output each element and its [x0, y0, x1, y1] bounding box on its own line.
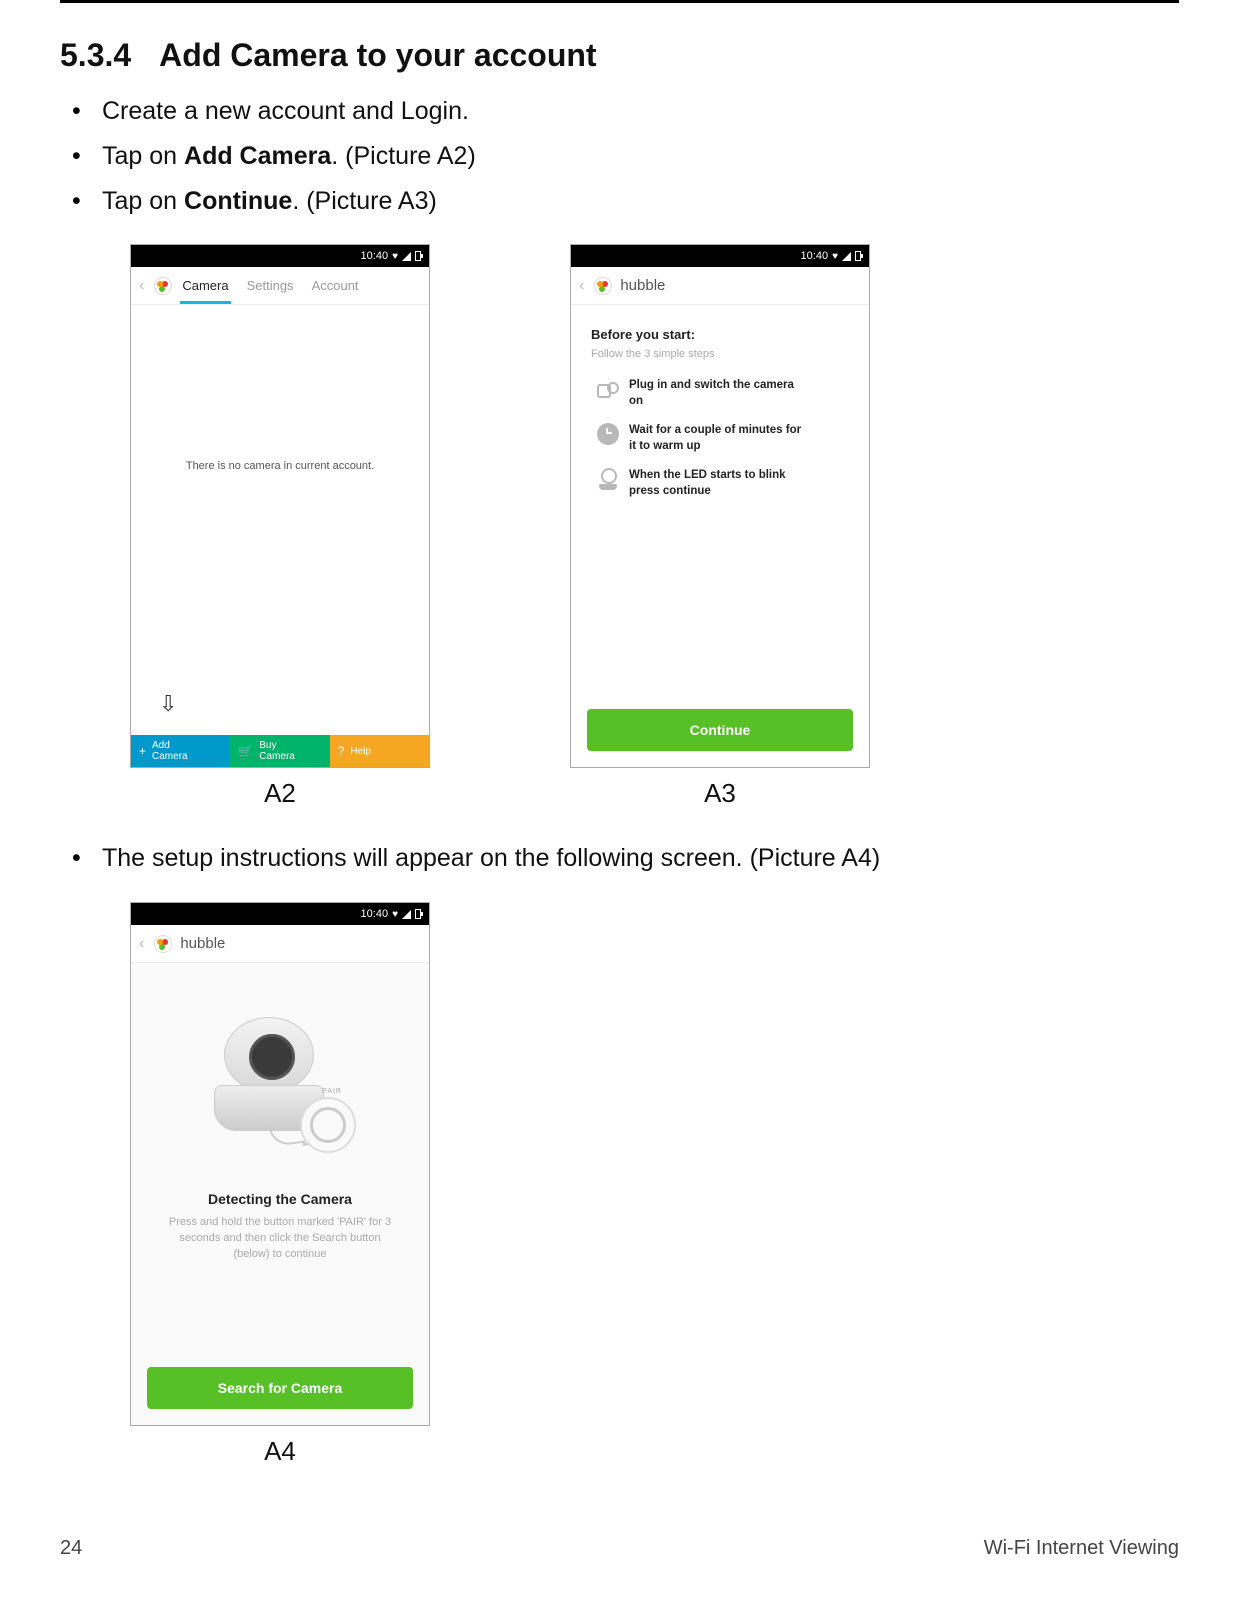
- app-bar: ‹ hubble: [131, 925, 429, 963]
- pair-label: PAIR: [322, 1088, 342, 1095]
- hubble-logo-icon: [154, 935, 172, 953]
- step-item: Wait for a couple of minutes for it to w…: [597, 423, 809, 454]
- bullet-list-top: Create a new account and Login. Tap on A…: [60, 92, 1179, 220]
- camera-illustration: PAIR: [210, 1011, 350, 1171]
- bottom-bar: + AddCamera 🛒 BuyCamera ? Help: [131, 735, 429, 767]
- status-time: 10:40: [361, 250, 389, 262]
- before-you-start-title: Before you start:: [591, 327, 849, 342]
- back-icon[interactable]: ‹: [579, 277, 584, 295]
- detecting-title: Detecting the Camera: [151, 1191, 409, 1207]
- figure-a3: 10:40 ♥ ‹ hubble Before you start: Follo…: [570, 244, 870, 809]
- search-for-camera-button[interactable]: Search for Camera: [147, 1367, 413, 1409]
- bullet-list-mid: The setup instructions will appear on th…: [60, 839, 1179, 878]
- down-arrow-icon: ⇩: [159, 691, 177, 717]
- phone-mock-a2: 10:40 ♥ ‹ Camera Settings Account There …: [130, 244, 430, 768]
- screen-body: Before you start: Follow the 3 simple st…: [571, 305, 869, 767]
- clock-icon: [597, 423, 619, 445]
- status-bar: 10:40 ♥: [571, 245, 869, 267]
- tab-account[interactable]: Account: [310, 268, 361, 304]
- back-icon[interactable]: ‹: [139, 935, 144, 953]
- back-icon[interactable]: ‹: [139, 277, 144, 295]
- bullet-item: Tap on Continue. (Picture A3): [72, 182, 1179, 221]
- figure-caption: A2: [264, 778, 296, 809]
- app-bar: ‹ hubble: [571, 267, 869, 305]
- status-bar: 10:40 ♥: [131, 245, 429, 267]
- bullet-item: Create a new account and Login.: [72, 92, 1179, 131]
- status-icon: ♥: [392, 909, 398, 920]
- status-time: 10:40: [801, 250, 829, 262]
- plus-icon: +: [139, 745, 146, 758]
- continue-button[interactable]: Continue: [587, 709, 853, 751]
- cart-icon: 🛒: [238, 745, 253, 758]
- battery-icon: [415, 909, 421, 919]
- phone-mock-a3: 10:40 ♥ ‹ hubble Before you start: Follo…: [570, 244, 870, 768]
- add-camera-button[interactable]: + AddCamera: [131, 735, 230, 767]
- screen-body: There is no camera in current account. ⇩: [131, 305, 429, 735]
- figure-a2: 10:40 ♥ ‹ Camera Settings Account There …: [130, 244, 430, 809]
- step-item: When the LED starts to blink press conti…: [597, 468, 809, 499]
- camera-led-icon: [597, 468, 619, 490]
- figure-row-2: 10:40 ♥ ‹ hubble PAIR Detecting the Came…: [60, 902, 1179, 1467]
- status-icon: ♥: [832, 251, 838, 262]
- signal-icon: [402, 252, 411, 261]
- top-rule: [60, 0, 1179, 3]
- bullet-item: The setup instructions will appear on th…: [72, 839, 1179, 878]
- plug-icon: [597, 378, 619, 400]
- tab-camera[interactable]: Camera: [180, 268, 230, 304]
- hubble-logo-icon: [594, 277, 612, 295]
- camera-head-icon: [224, 1017, 314, 1093]
- section-heading: 5.3.4 Add Camera to your account: [60, 37, 1179, 74]
- app-bar: ‹ Camera Settings Account: [131, 267, 429, 305]
- page-footer: 24 Wi-Fi Internet Viewing: [60, 1537, 1179, 1570]
- figure-caption: A3: [704, 778, 736, 809]
- detecting-subtitle: Press and hold the button marked 'PAIR' …: [151, 1215, 409, 1263]
- page-number: 24: [60, 1537, 82, 1560]
- figure-caption: A4: [264, 1436, 296, 1467]
- battery-icon: [855, 251, 861, 261]
- question-icon: ?: [338, 745, 345, 758]
- footer-section-name: Wi-Fi Internet Viewing: [984, 1537, 1179, 1560]
- brand-text: hubble: [180, 935, 225, 952]
- signal-icon: [402, 910, 411, 919]
- help-button[interactable]: ? Help: [330, 735, 429, 767]
- section-title-text: Add Camera to your account: [159, 37, 596, 73]
- figure-a4: 10:40 ♥ ‹ hubble PAIR Detecting the Came…: [130, 902, 430, 1467]
- before-you-start-subtitle: Follow the 3 simple steps: [591, 348, 849, 360]
- hubble-logo-icon: [154, 277, 172, 295]
- brand-text: hubble: [620, 277, 665, 294]
- phone-mock-a4: 10:40 ♥ ‹ hubble PAIR Detecting the Came…: [130, 902, 430, 1426]
- bullet-item: Tap on Add Camera. (Picture A2): [72, 137, 1179, 176]
- tab-settings[interactable]: Settings: [245, 268, 296, 304]
- arrow-swoosh-icon: [269, 1123, 305, 1148]
- section-number: 5.3.4: [60, 37, 131, 73]
- screen-body: PAIR Detecting the Camera Press and hold…: [131, 963, 429, 1425]
- buy-camera-button[interactable]: 🛒 BuyCamera: [230, 735, 329, 767]
- tab-bar: Camera Settings Account: [180, 268, 360, 304]
- status-icon: ♥: [392, 251, 398, 262]
- status-time: 10:40: [361, 908, 389, 920]
- steps-list: Plug in and switch the camera on Wait fo…: [591, 378, 849, 499]
- step-item: Plug in and switch the camera on: [597, 378, 809, 409]
- battery-icon: [415, 251, 421, 261]
- status-bar: 10:40 ♥: [131, 903, 429, 925]
- figure-row-1: 10:40 ♥ ‹ Camera Settings Account There …: [60, 244, 1179, 809]
- empty-state-text: There is no camera in current account.: [131, 460, 429, 472]
- signal-icon: [842, 252, 851, 261]
